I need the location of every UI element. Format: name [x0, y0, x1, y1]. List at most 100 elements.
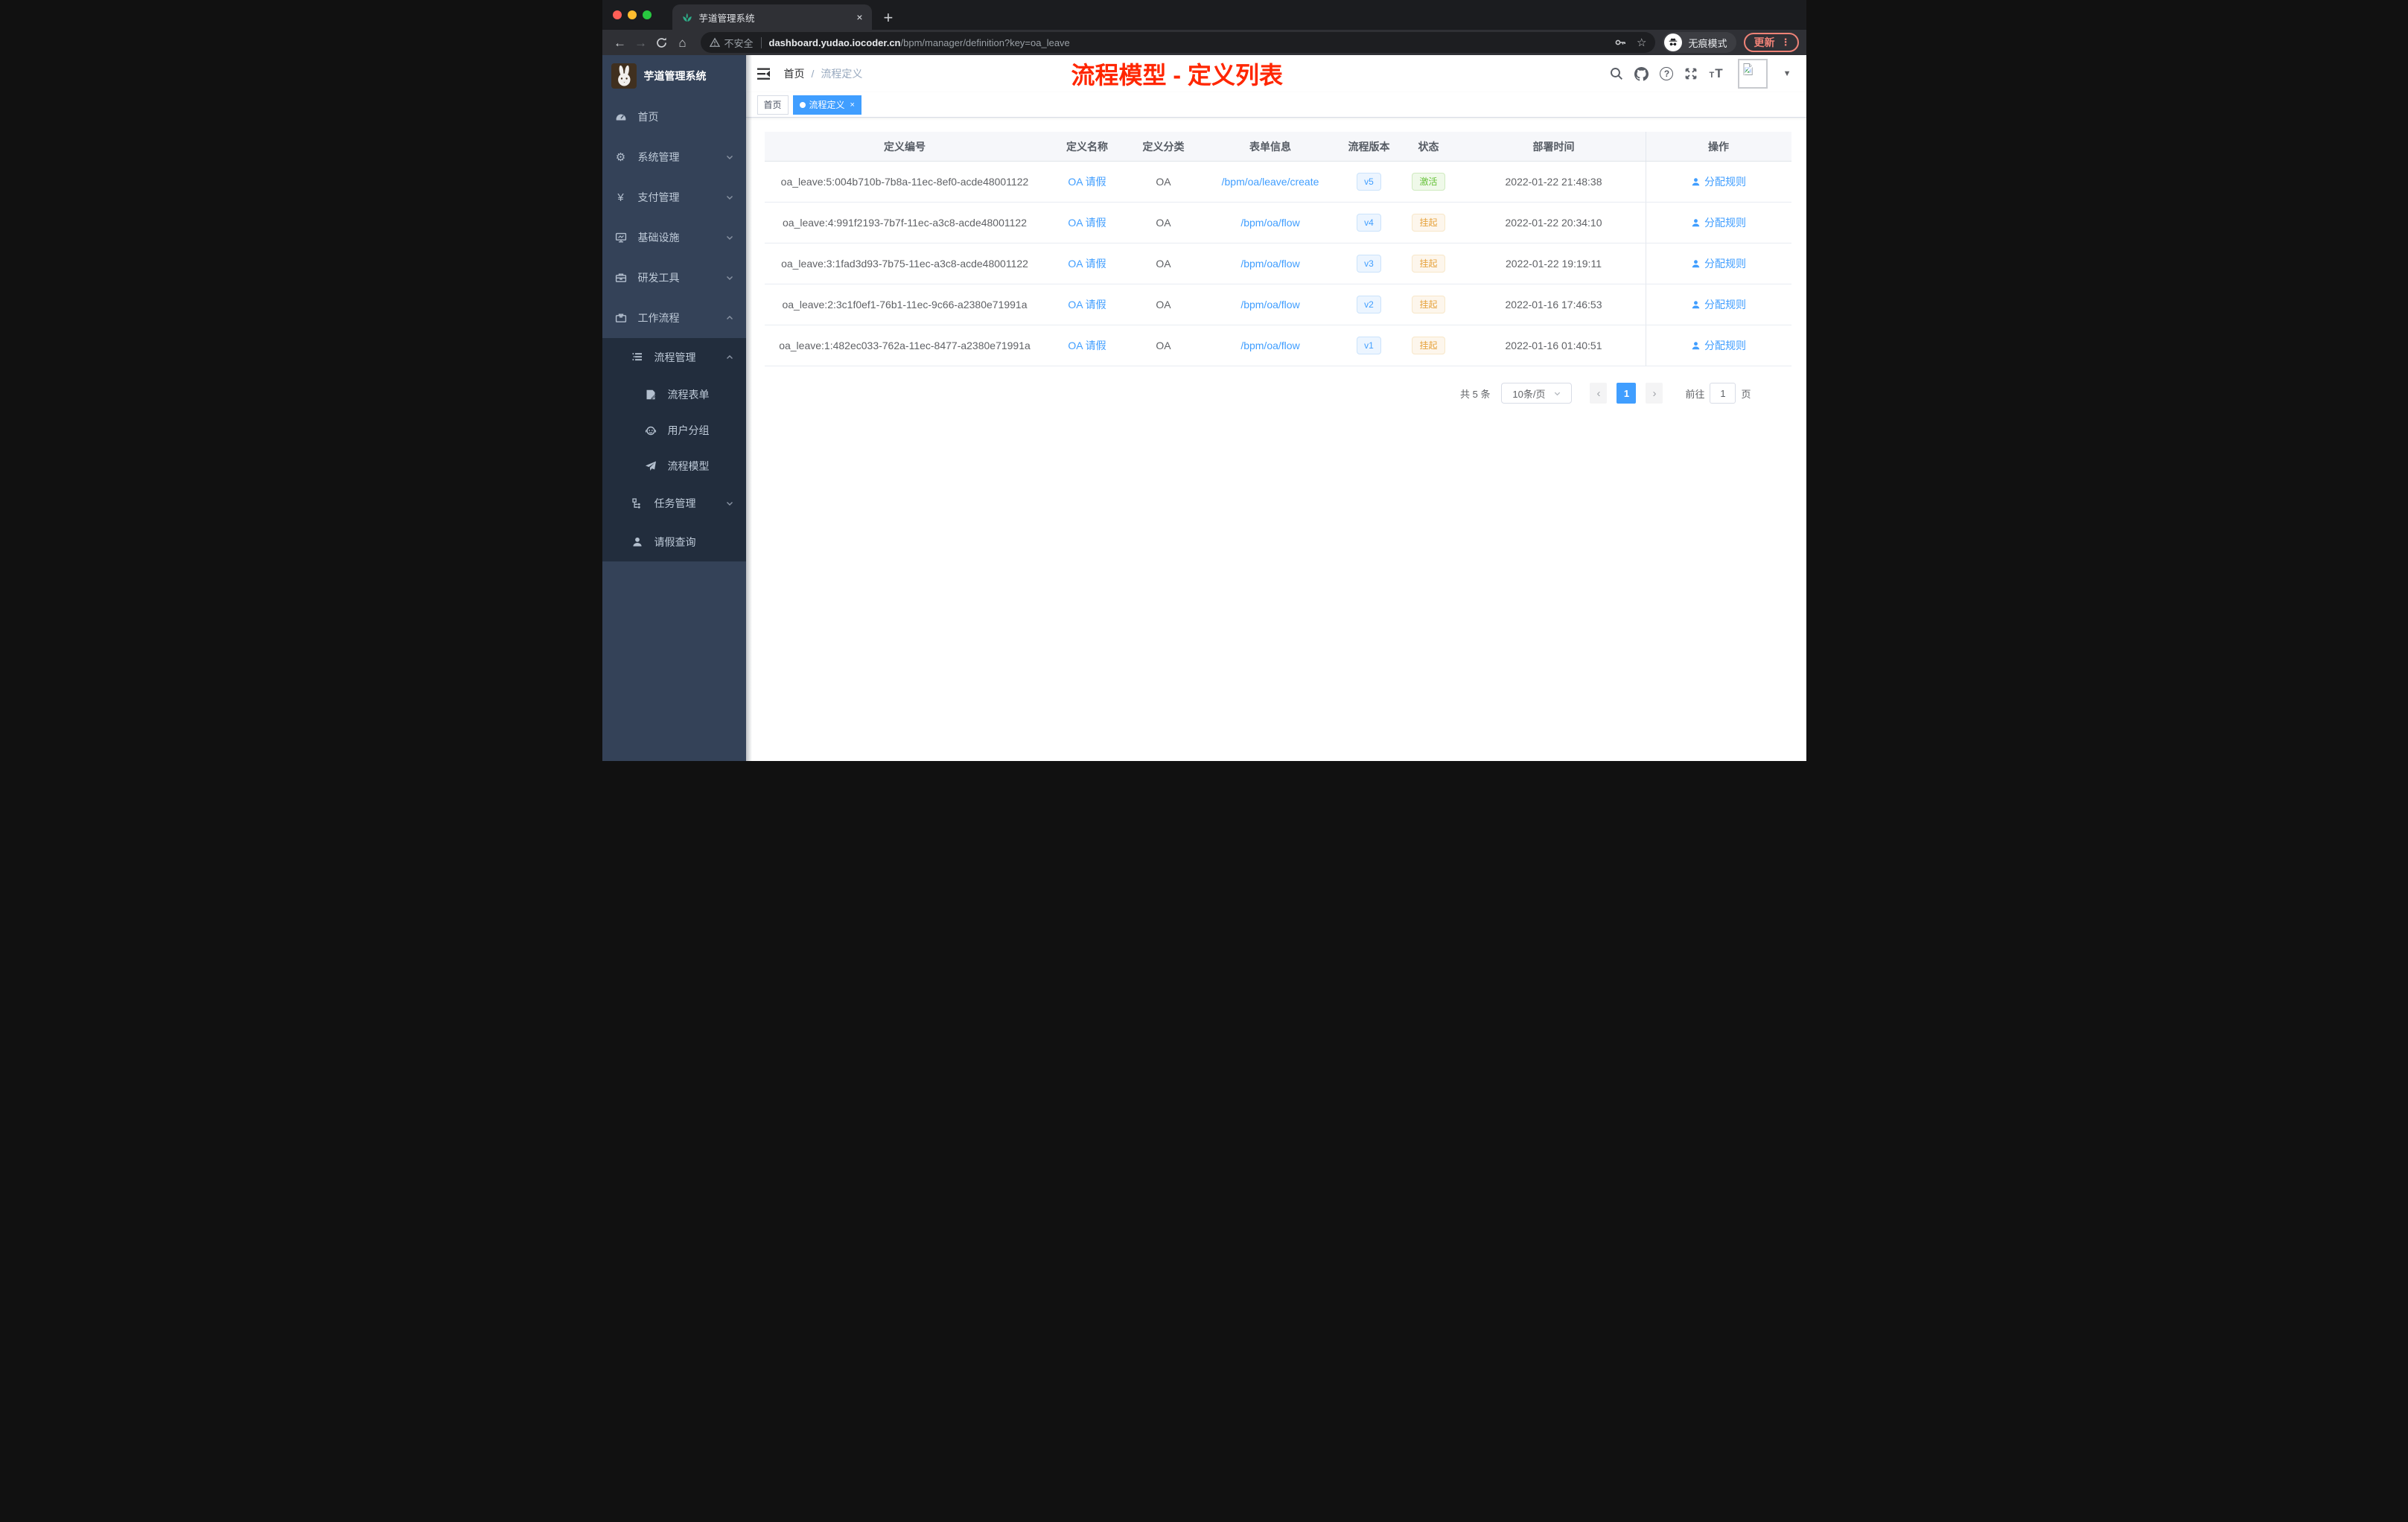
tag-home[interactable]: 首页 — [757, 95, 789, 115]
app-navbar: 首页 / 流程定义 流程模型 - 定义列表 ? TT ▼ — [745, 55, 1806, 92]
reload-icon[interactable] — [652, 36, 672, 49]
browser-toolbar: ← → ⌂ 不安全 dashboard.yudao.iocoder.cn/bpm… — [602, 30, 1806, 55]
incognito-label: 无痕模式 — [1688, 37, 1727, 49]
sidebar-item-process-management[interactable]: 流程管理 — [602, 338, 746, 377]
next-page-button[interactable]: › — [1646, 383, 1663, 404]
tag-close-icon[interactable]: × — [850, 101, 855, 109]
security-warning-icon — [709, 37, 720, 48]
address-bar[interactable]: 不安全 dashboard.yudao.iocoder.cn/bpm/manag… — [700, 32, 1656, 53]
url-path: /bpm/manager/definition?key=oa_leave — [900, 36, 1070, 48]
password-key-icon[interactable] — [1614, 36, 1626, 48]
definition-name-link[interactable]: OA 请假 — [1068, 215, 1106, 230]
minimize-window-button[interactable] — [627, 10, 637, 19]
definition-name-link[interactable]: OA 请假 — [1068, 297, 1106, 312]
forward-icon[interactable]: → — [631, 36, 652, 49]
version-badge: v5 — [1357, 173, 1381, 191]
tab-close-icon[interactable]: × — [856, 11, 862, 23]
github-icon[interactable] — [1634, 66, 1649, 81]
close-window-button[interactable] — [612, 10, 622, 19]
sidebar-item-devtools[interactable]: 研发工具 — [602, 258, 746, 298]
annotation-title: 流程模型 - 定义列表 — [1071, 62, 1283, 89]
browser-menu-icon[interactable]: ⋮ — [1781, 36, 1791, 48]
deploy-time: 2022-01-22 21:48:38 — [1505, 176, 1602, 188]
sidebar-item-process-model[interactable]: 流程模型 — [602, 448, 746, 484]
url-separator — [760, 36, 762, 48]
assign-rule-link[interactable]: 分配规则 — [1691, 338, 1746, 353]
breadcrumb-home[interactable]: 首页 — [784, 66, 805, 81]
sidebar-item-process-form[interactable]: 流程表单 — [602, 377, 746, 413]
form-info-link[interactable]: /bpm/oa/flow — [1240, 340, 1299, 351]
form-info-link[interactable]: /bpm/oa/leave/create — [1222, 176, 1319, 188]
sidebar-item-home[interactable]: 首页 — [602, 97, 746, 137]
col-status: 状态 — [1418, 140, 1439, 153]
definition-id: oa_leave:3:1fad3d93-7b75-11ec-a3c8-acde4… — [781, 258, 1028, 270]
avatar-broken-image[interactable] — [1737, 59, 1768, 89]
form-info-link[interactable]: /bpm/oa/flow — [1240, 299, 1299, 311]
definition-id: oa_leave:5:004b710b-7b8a-11ec-8ef0-acde4… — [780, 176, 1029, 188]
sidebar-item-workflow[interactable]: 工作流程 — [602, 298, 746, 338]
sidebar-item-payment[interactable]: ¥ 支付管理 — [602, 177, 746, 217]
col-definition-name: 定义名称 — [1066, 140, 1108, 153]
fullscreen-icon[interactable] — [1684, 67, 1698, 80]
prev-page-button[interactable]: ‹ — [1590, 383, 1608, 404]
update-button[interactable]: 更新 ⋮ — [1743, 33, 1799, 52]
back-icon[interactable]: ← — [610, 36, 631, 49]
app-root: 芋道管理系统 首页 ⚙ 系统管理 ¥ 支付管理 基础设施 研发工具 工作流程 流… — [602, 55, 1806, 761]
deploy-time: 2022-01-22 19:19:11 — [1506, 258, 1602, 270]
page-size-select[interactable]: 10条/页 — [1501, 383, 1573, 404]
sidebar-item-leave-query[interactable]: 请假查询 — [602, 523, 746, 561]
robot-face-icon — [644, 424, 657, 436]
briefcase-icon — [614, 312, 628, 324]
main-panel: 首页 / 流程定义 流程模型 - 定义列表 ? TT ▼ 首页 流程定义 × 定… — [745, 55, 1806, 761]
app-title: 芋道管理系统 — [643, 70, 707, 82]
update-label: 更新 — [1754, 36, 1775, 48]
page-number-active[interactable]: 1 — [1617, 383, 1637, 404]
sidebar-item-system[interactable]: ⚙ 系统管理 — [602, 137, 746, 177]
user-icon — [631, 536, 644, 548]
bookmark-star-icon[interactable]: ☆ — [1637, 37, 1646, 48]
assign-rule-link[interactable]: 分配规则 — [1691, 215, 1746, 230]
sidebar-item-user-group[interactable]: 用户分组 — [602, 413, 746, 448]
breadcrumb-current: 流程定义 — [821, 68, 863, 80]
hamburger-icon[interactable] — [757, 68, 772, 80]
chevron-down-icon — [725, 153, 734, 162]
pagination-total: 共 5 条 — [1460, 388, 1491, 400]
home-icon[interactable]: ⌂ — [672, 36, 693, 49]
deploy-time: 2022-01-22 20:34:10 — [1505, 217, 1602, 229]
definition-name-link[interactable]: OA 请假 — [1068, 256, 1106, 271]
help-icon[interactable]: ? — [1660, 67, 1674, 80]
col-form-info: 表单信息 — [1249, 140, 1291, 153]
tag-process-definition[interactable]: 流程定义 × — [792, 95, 861, 115]
sidebar-logo[interactable]: 芋道管理系统 — [602, 55, 746, 97]
search-icon[interactable] — [1610, 67, 1623, 80]
tab-title: 芋道管理系统 — [698, 13, 755, 24]
yen-icon: ¥ — [617, 191, 624, 204]
assign-rule-link[interactable]: 分配规则 — [1691, 174, 1746, 189]
definition-table: 定义编号 定义名称 定义分类 表单信息 流程版本 状态 部署时间 操作 oa_l… — [764, 132, 1791, 366]
select-chevron-icon — [1553, 389, 1561, 398]
security-label[interactable]: 不安全 — [724, 36, 754, 50]
definition-name-link[interactable]: OA 请假 — [1068, 338, 1106, 353]
form-info-link[interactable]: /bpm/oa/flow — [1240, 217, 1299, 229]
font-size-icon[interactable]: TT — [1709, 66, 1723, 81]
definition-category: OA — [1156, 340, 1171, 351]
definition-name-link[interactable]: OA 请假 — [1068, 174, 1106, 189]
chevron-down-icon — [725, 273, 734, 282]
new-tab-button[interactable]: + — [884, 10, 894, 26]
assign-rule-link[interactable]: 分配规则 — [1691, 256, 1746, 271]
url-text[interactable]: dashboard.yudao.iocoder.cn/bpm/manager/d… — [769, 37, 1070, 48]
assign-rule-link[interactable]: 分配规则 — [1691, 297, 1746, 312]
maximize-window-button[interactable] — [642, 10, 652, 19]
goto-page-input[interactable] — [1710, 383, 1736, 404]
sidebar-item-infra[interactable]: 基础设施 — [602, 217, 746, 258]
form-info-link[interactable]: /bpm/oa/flow — [1240, 258, 1299, 270]
pagination: 共 5 条 10条/页 ‹ 1 › 前往 页 — [765, 383, 1791, 404]
toolbox-icon — [614, 272, 628, 284]
browser-tab-strip: 芋道管理系统 × + — [602, 0, 1806, 30]
browser-tab[interactable]: 芋道管理系统 × — [672, 4, 872, 30]
deploy-time: 2022-01-16 17:46:53 — [1505, 299, 1602, 311]
avatar-dropdown-caret-icon[interactable]: ▼ — [1783, 69, 1791, 78]
sidebar-item-task-management[interactable]: 任务管理 — [602, 484, 746, 523]
monitor-icon — [614, 232, 628, 243]
window-controls — [602, 2, 662, 28]
